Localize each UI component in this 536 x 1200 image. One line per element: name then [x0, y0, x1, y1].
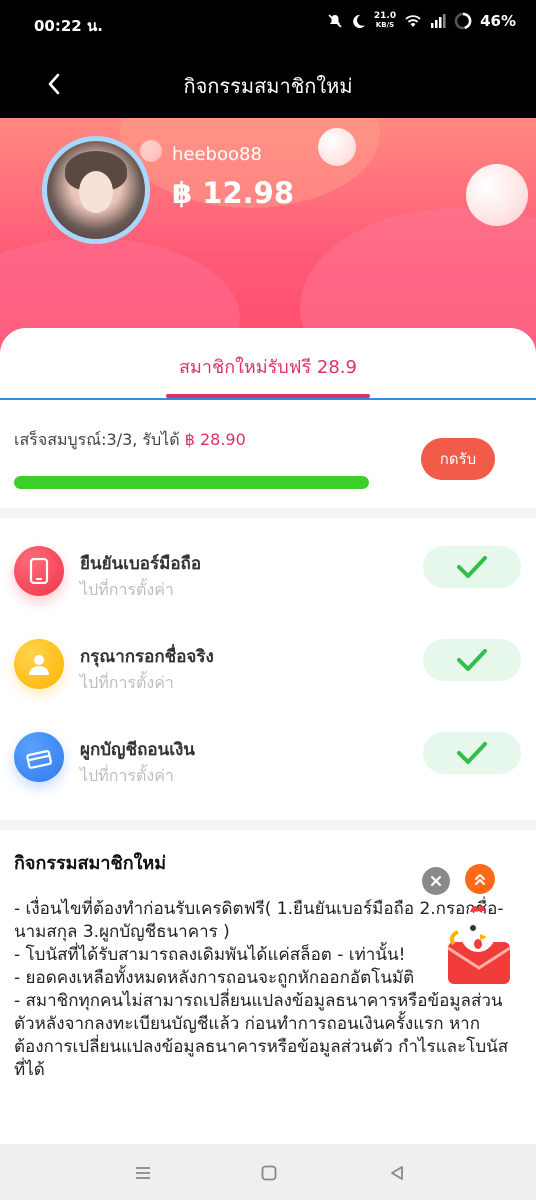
task-title: ผูกบัญชีถอนเงิน: [80, 740, 195, 760]
decorative-bubble: [466, 164, 528, 226]
section-divider: [0, 508, 536, 518]
moon-icon: [353, 14, 365, 28]
phone-icon: [29, 558, 49, 584]
task-done-badge: [423, 546, 521, 588]
checkmark-icon: [457, 556, 487, 578]
task-item-withdraw-account[interactable]: ผูกบัญชีถอนเงิน ไปที่การตั้งค่า: [0, 718, 536, 810]
battery-level: 46%: [480, 12, 516, 30]
avatar[interactable]: [42, 136, 150, 244]
net-speed: 21.0 KB/S: [374, 12, 396, 30]
navigation-bar: กิจกรรมสมาชิกใหม่: [0, 48, 536, 118]
status-bar: 00:22 น. 21.0 KB/S 46%: [0, 0, 536, 48]
task-title: กรุณากรอกชื่อจริง: [80, 647, 214, 667]
task-subtitle: ไปที่การตั้งค่า: [80, 580, 174, 599]
menu-lines-icon: [136, 1167, 150, 1179]
claim-button[interactable]: กดรับ: [421, 438, 495, 480]
battery-ring-icon: [454, 12, 472, 30]
task-subtitle: ไปที่การตั้งค่า: [80, 673, 174, 692]
tab-bar: สมาชิกใหม่รับฟรี 28.9: [0, 328, 536, 402]
task-subtitle: ไปที่การตั้งค่า: [80, 766, 174, 785]
net-speed-value: 21.0: [373, 11, 397, 21]
progress-status-label: เสร็จสมบูรณ์:3/3, รับได้: [14, 430, 180, 449]
tab-new-member[interactable]: สมาชิกใหม่รับฟรี 28.9: [0, 352, 536, 381]
task-done-badge: [423, 639, 521, 681]
task-item-verify-phone[interactable]: ยืนยันเบอร์มือถือ ไปที่การตั้งค่า: [0, 532, 536, 624]
progress-bar: [14, 476, 369, 489]
back-system-button[interactable]: [382, 1158, 412, 1188]
promo-envelope-button[interactable]: [440, 902, 518, 988]
scroll-to-top-button[interactable]: [465, 864, 495, 894]
triangle-back-icon: [391, 1166, 403, 1180]
page-title: กิจกรรมสมาชิกใหม่: [183, 74, 353, 98]
status-icons: 21.0 KB/S 46%: [327, 12, 516, 30]
status-time: 00:22 น.: [34, 17, 103, 35]
checkmark-icon: [457, 742, 487, 764]
signal-icon: [431, 14, 446, 28]
task-done-badge: [423, 732, 521, 774]
task-item-real-name[interactable]: กรุณากรอกชื่อจริง ไปที่การตั้งค่า: [0, 625, 536, 717]
progress-status: เสร็จสมบูรณ์:3/3, รับได้ ฿ 28.90: [14, 428, 246, 453]
recent-apps-button[interactable]: [128, 1158, 158, 1188]
progress-bar-fill: [14, 476, 369, 489]
double-chevron-up-icon: [475, 874, 485, 885]
balance: ฿ 12.98: [172, 176, 295, 210]
checkmark-icon: [457, 649, 487, 671]
decorative-bubble: [318, 128, 356, 166]
task-icon: [14, 732, 64, 782]
user-icon: [29, 655, 49, 675]
mute-icon: [328, 14, 342, 28]
close-icon: [430, 875, 442, 887]
task-icon: [14, 639, 64, 689]
wifi-icon: [405, 15, 421, 27]
username: heeboo88: [172, 144, 262, 165]
section-divider: [0, 820, 536, 830]
progress-section: เสร็จสมบูรณ์:3/3, รับได้ ฿ 28.90 กดรับ: [0, 400, 536, 508]
system-navigation-bar: [0, 1144, 536, 1200]
square-icon: [261, 1165, 277, 1181]
task-title: ยืนยันเบอร์มือถือ: [80, 554, 202, 574]
decorative-bubble: [140, 140, 162, 162]
progress-reward: ฿ 28.90: [184, 430, 246, 449]
rules-title: กิจกรรมสมาชิกใหม่: [14, 853, 167, 874]
net-speed-unit: KB/S: [375, 21, 395, 29]
close-promo-button[interactable]: [422, 867, 450, 895]
task-icon: [14, 546, 64, 596]
home-button[interactable]: [254, 1158, 284, 1188]
rooster-envelope-icon: [447, 905, 511, 984]
card-icon: [26, 750, 52, 769]
avatar-image: [47, 141, 145, 239]
